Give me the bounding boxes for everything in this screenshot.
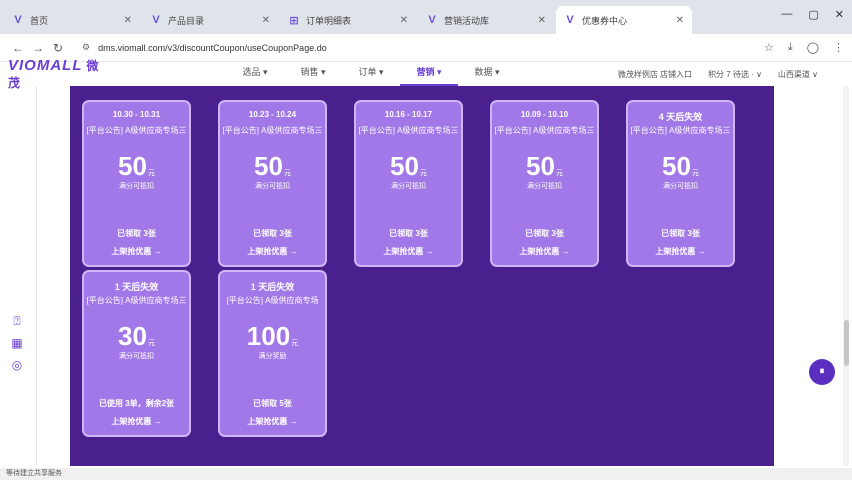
browser-tab-4[interactable]: V 营销活动库 ✕ bbox=[418, 6, 554, 34]
coupon-desc: [平台公告] A级供应商专场三 bbox=[630, 126, 731, 135]
coupon-card[interactable]: 4 天后失效 [平台公告] A级供应商专场三 50元 满分可抵扣 已领取 3张 … bbox=[626, 100, 735, 267]
store-link[interactable]: 微茂样例店 店铺入口 bbox=[618, 69, 692, 80]
site-favicon-icon: V bbox=[152, 14, 160, 26]
site-favicon-icon: V bbox=[566, 14, 574, 26]
nav-item-orders[interactable]: 订单 ▾ bbox=[342, 62, 400, 86]
coupon-condition: 满分可抵扣 bbox=[391, 183, 426, 190]
coupon-condition: 满分可抵扣 bbox=[119, 183, 154, 190]
points-dropdown[interactable]: 积分 7 待选 · ∨ bbox=[708, 69, 762, 80]
reload-icon[interactable]: ↻ bbox=[48, 41, 68, 55]
close-tab-icon[interactable]: ✕ bbox=[538, 15, 546, 26]
coupon-status: 已领取 3张 bbox=[389, 229, 428, 238]
sheet-favicon-icon: ⊞ bbox=[289, 14, 299, 27]
coupon-desc: [平台公告] A级供应商专场 bbox=[226, 296, 319, 305]
coupon-card[interactable]: 10.16 - 10.17 [平台公告] A级供应商专场三 50元 满分可抵扣 … bbox=[354, 100, 463, 267]
coupon-desc: [平台公告] A级供应商专场三 bbox=[358, 126, 459, 135]
coupon-period: 1 天后失效 bbox=[250, 282, 295, 292]
coupon-card[interactable]: 1 天后失效 [平台公告] A级供应商专场 100元 满分奖励 已领取 5张 上… bbox=[218, 270, 327, 437]
browser-tab-5-active[interactable]: V 优惠券中心 ✕ bbox=[556, 6, 692, 34]
browser-tab-bar: V 首页 ✕ V 产品目录 ✕ ⊞ 订单明细表 ✕ V 营销活动库 ✕ V 优惠… bbox=[0, 0, 852, 34]
minimize-icon[interactable]: — bbox=[781, 8, 792, 21]
app-header: VIOMALL 微茂 选品 ▾ 销售 ▾ 订单 ▾ 营销 ▾ 数据 ▾ 微茂样例店… bbox=[0, 57, 852, 90]
coupon-action-link[interactable]: 上架抢优惠 → bbox=[220, 416, 325, 427]
left-rail: ⍰ ▦ ◎ bbox=[10, 314, 26, 372]
close-tab-icon[interactable]: ✕ bbox=[124, 15, 132, 26]
maximize-icon[interactable]: ▢ bbox=[808, 8, 818, 21]
coupon-action-link[interactable]: 上架抢优惠 → bbox=[220, 246, 325, 257]
coupon-condition: 满分可抵扣 bbox=[663, 183, 698, 190]
logo-text: VIOMALL bbox=[8, 57, 83, 74]
bookmark-star-icon[interactable]: ☆ bbox=[764, 41, 774, 54]
nav-item-selection[interactable]: 选品 ▾ bbox=[226, 62, 284, 86]
user-menu[interactable]: 山西渠道 ∨ bbox=[778, 69, 818, 80]
coupon-action-link[interactable]: 上架抢优惠 → bbox=[356, 246, 461, 257]
nav-item-marketing[interactable]: 营销 ▾ bbox=[400, 62, 458, 86]
coupon-action-link[interactable]: 上架抢优惠 → bbox=[84, 416, 189, 427]
tab-title: 订单明细表 bbox=[306, 15, 352, 26]
browser-status-bar: 等待建立共享服务 bbox=[0, 468, 852, 480]
coupon-action-link[interactable]: 上架抢优惠 → bbox=[628, 246, 733, 257]
coupon-desc: [平台公告] A级供应商专场三 bbox=[86, 126, 187, 135]
close-tab-icon[interactable]: ✕ bbox=[676, 15, 684, 26]
download-icon[interactable]: ⤓ bbox=[788, 41, 793, 54]
user-service-icon[interactable]: ◎ bbox=[10, 358, 24, 372]
top-nav: 选品 ▾ 销售 ▾ 订单 ▾ 营销 ▾ 数据 ▾ bbox=[226, 62, 516, 86]
coupon-card[interactable]: 10.23 - 10.24 [平台公告] A级供应商专场三 50元 满分可抵扣 … bbox=[218, 100, 327, 267]
left-rail-divider bbox=[36, 86, 37, 466]
browser-tab-1[interactable]: V 首页 ✕ bbox=[4, 6, 140, 34]
site-favicon-icon: V bbox=[14, 14, 22, 26]
back-arrow-icon[interactable]: ← bbox=[8, 41, 28, 55]
url-text[interactable]: dms.viomall.com/v3/discountCoupon/useCou… bbox=[98, 43, 327, 53]
coupon-desc: [平台公告] A级供应商专场三 bbox=[494, 126, 595, 135]
coupon-status: 已领取 3张 bbox=[661, 229, 700, 238]
coupon-card[interactable]: 1 天后失效 [平台公告] A级供应商专场三 30元 满分可抵扣 已使用 3单，… bbox=[82, 270, 191, 437]
coupon-desc: [平台公告] A级供应商专场三 bbox=[222, 126, 323, 135]
page-scrollbar-thumb[interactable] bbox=[844, 320, 849, 366]
nav-item-data[interactable]: 数据 ▾ bbox=[458, 62, 516, 86]
coupon-panel: 10.30 - 10.31 [平台公告] A级供应商专场三 50元 满分可抵扣 … bbox=[70, 86, 774, 466]
coupon-period: 10.16 - 10.17 bbox=[384, 110, 433, 119]
forward-arrow-icon[interactable]: → bbox=[28, 41, 48, 55]
coupon-action-link[interactable]: 上架抢优惠 → bbox=[492, 246, 597, 257]
qrcode-icon[interactable]: ▦ bbox=[10, 336, 24, 350]
coupon-period: 10.23 - 10.24 bbox=[248, 110, 297, 119]
coupon-period: 10.30 - 10.31 bbox=[112, 110, 161, 119]
nav-item-sales[interactable]: 销售 ▾ bbox=[284, 62, 342, 86]
coupon-status: 已领取 3张 bbox=[253, 229, 292, 238]
coupon-action-link[interactable]: 上架抢优惠 → bbox=[84, 246, 189, 257]
site-favicon-icon: V bbox=[428, 14, 436, 26]
coupon-condition: 满分可抵扣 bbox=[527, 183, 562, 190]
coupon-desc: [平台公告] A级供应商专场三 bbox=[86, 296, 187, 305]
coupon-condition: 满分可抵扣 bbox=[255, 183, 290, 190]
profile-icon[interactable]: ◯ bbox=[807, 41, 819, 54]
coupon-period: 4 天后失效 bbox=[658, 112, 703, 122]
feedback-icon[interactable]: ⍰ bbox=[10, 314, 24, 328]
coupon-condition: 满分可抵扣 bbox=[119, 353, 154, 360]
close-window-icon[interactable]: ✕ bbox=[835, 8, 844, 21]
close-tab-icon[interactable]: ✕ bbox=[400, 15, 408, 26]
coupon-card[interactable]: 10.09 - 10.10 [平台公告] A级供应商专场三 50元 满分可抵扣 … bbox=[490, 100, 599, 267]
coupon-status: 已领取 3张 bbox=[525, 229, 564, 238]
window-controls: — ▢ ✕ bbox=[781, 8, 844, 21]
browser-tab-2[interactable]: V 产品目录 ✕ bbox=[142, 6, 278, 34]
coupon-status: 已领取 5张 bbox=[253, 399, 292, 408]
close-tab-icon[interactable]: ✕ bbox=[262, 15, 270, 26]
address-bar: ← → ↻ ⚙ dms.viomall.com/v3/discountCoupo… bbox=[0, 34, 852, 62]
tab-title: 产品目录 bbox=[168, 15, 205, 26]
tab-title: 首页 bbox=[30, 15, 49, 26]
coupon-card[interactable]: 10.30 - 10.31 [平台公告] A级供应商专场三 50元 满分可抵扣 … bbox=[82, 100, 191, 267]
browser-tab-3[interactable]: ⊞ 订单明细表 ✕ bbox=[280, 6, 416, 34]
coupon-period: 1 天后失效 bbox=[114, 282, 159, 292]
coupon-period: 10.09 - 10.10 bbox=[520, 110, 569, 119]
site-info-icon[interactable]: ⚙ bbox=[82, 42, 90, 53]
coupon-condition: 满分奖励 bbox=[258, 353, 287, 360]
url-field[interactable]: ⚙ dms.viomall.com/v3/discountCoupon/useC… bbox=[82, 42, 764, 53]
page-scrollbar-track[interactable] bbox=[843, 86, 849, 466]
browser-menu-icon[interactable]: ⋮ bbox=[833, 41, 844, 54]
tab-title: 营销活动库 bbox=[444, 15, 490, 26]
chat-support-icon[interactable]: ⏸ bbox=[809, 359, 835, 385]
tab-title: 优惠券中心 bbox=[582, 15, 628, 26]
coupon-status: 已使用 3单，剩余2张 bbox=[98, 399, 175, 408]
coupon-status: 已领取 3张 bbox=[117, 229, 156, 238]
